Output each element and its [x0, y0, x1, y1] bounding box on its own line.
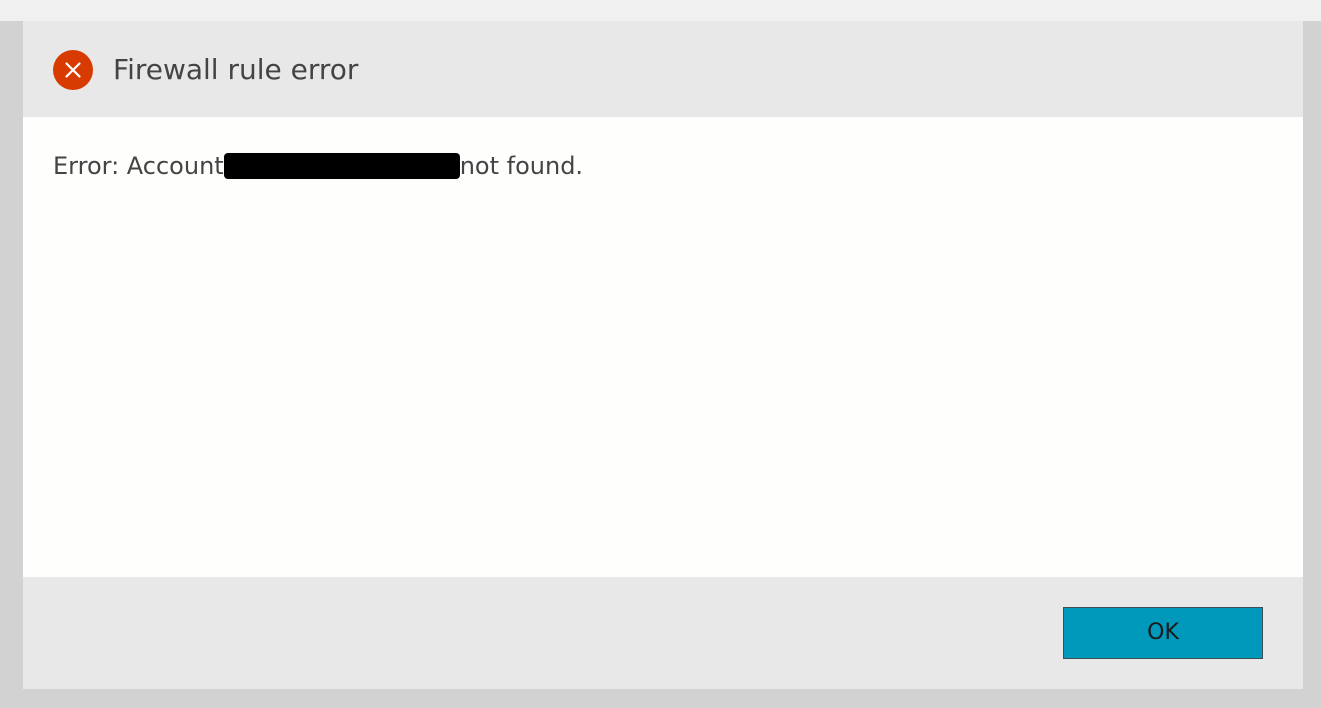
error-circle-x-icon	[53, 50, 93, 90]
dialog-body: Error: Account not found.	[23, 117, 1303, 577]
error-message-suffix: not found.	[459, 152, 584, 180]
error-message-prefix: Error: Account	[53, 152, 224, 180]
background-strip	[0, 0, 1321, 21]
error-message: Error: Account not found.	[53, 150, 583, 182]
redacted-account-name	[223, 153, 460, 179]
dialog-title: Firewall rule error	[113, 53, 359, 86]
dialog-footer: OK	[23, 577, 1303, 689]
dialog-header: Firewall rule error	[23, 21, 1303, 117]
ok-button[interactable]: OK	[1063, 607, 1263, 659]
error-dialog: Firewall rule error Error: Account not fo…	[23, 21, 1303, 689]
